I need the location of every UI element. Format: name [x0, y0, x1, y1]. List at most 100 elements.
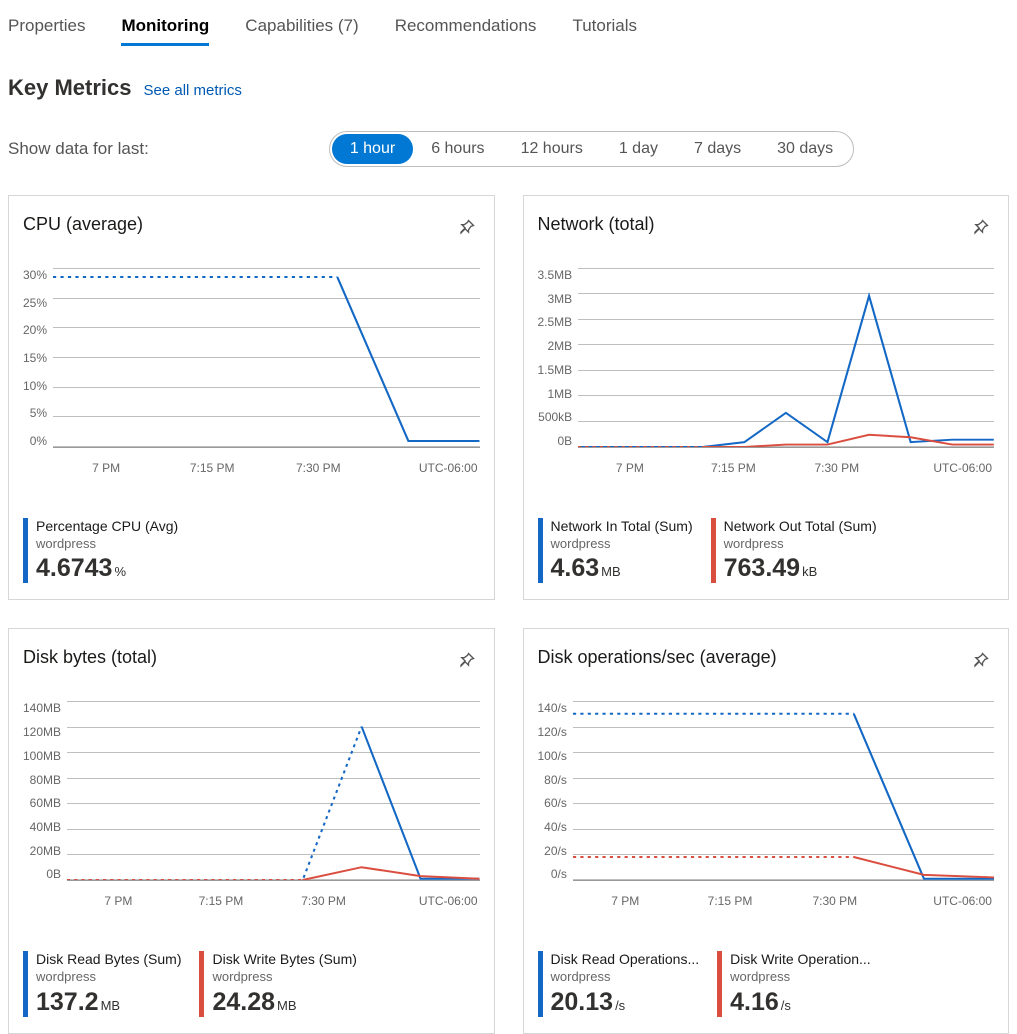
metric-label: Disk Read Operations...	[551, 951, 700, 969]
metric-item: Network In Total (Sum)wordpress4.63MB	[538, 518, 693, 583]
card-title: Network (total)	[538, 214, 655, 235]
time-opt-30days[interactable]: 30 days	[759, 134, 851, 164]
plot: 7 PM7:15 PM7:30 PMUTC-06:00	[53, 268, 479, 448]
x-tick: 7:30 PM	[782, 894, 887, 908]
metric-color-bar	[538, 518, 543, 583]
y-tick: 25%	[23, 296, 47, 310]
x-tick: 7 PM	[578, 461, 681, 475]
x-tick: 7 PM	[67, 894, 170, 908]
metrics-summary: Disk Read Bytes (Sum)wordpress137.2MBDis…	[23, 951, 480, 1016]
metric-card-disk_bytes: Disk bytes (total)140MB120MB100MB80MB60M…	[8, 628, 495, 1033]
metric-label: Disk Write Operation...	[730, 951, 871, 969]
metric-unit: MB	[101, 998, 121, 1013]
pin-icon[interactable]	[966, 214, 994, 242]
x-tick: UTC-06:00	[889, 461, 994, 475]
tab-properties[interactable]: Properties	[8, 12, 85, 46]
y-tick: 20/s	[544, 844, 567, 858]
metric-label: Network In Total (Sum)	[551, 518, 693, 536]
metric-color-bar	[711, 518, 716, 583]
y-tick: 500kB	[538, 410, 572, 424]
y-tick: 140/s	[538, 701, 567, 715]
y-tick: 140MB	[23, 701, 61, 715]
card-title: CPU (average)	[23, 214, 143, 235]
card-title: Disk operations/sec (average)	[538, 647, 777, 668]
y-axis: 30%25%20%15%10%5%0%	[23, 268, 53, 448]
metrics-cards-grid: CPU (average)30%25%20%15%10%5%0%7 PM7:15…	[8, 195, 1009, 1034]
metrics-summary: Network In Total (Sum)wordpress4.63MBNet…	[538, 518, 995, 583]
y-tick: 60MB	[30, 796, 61, 810]
chart-area[interactable]: 3.5MB3MB2.5MB2MB1.5MB1MB500kB0B7 PM7:15 …	[538, 268, 995, 478]
tab-monitoring[interactable]: Monitoring	[121, 12, 209, 46]
metric-value: 4.16/s	[730, 988, 871, 1017]
metric-unit: /s	[781, 998, 791, 1013]
tab-capabilities[interactable]: Capabilities (7)	[245, 12, 358, 46]
y-tick: 3MB	[548, 292, 573, 306]
metric-value: 4.63MB	[551, 554, 693, 583]
time-range-row: Show data for last: 1 hour 6 hours 12 ho…	[8, 131, 1009, 167]
metric-color-bar	[717, 951, 722, 1016]
metric-sublabel: wordpress	[730, 969, 871, 986]
x-tick: 7 PM	[53, 461, 159, 475]
metric-item: Disk Read Bytes (Sum)wordpress 137.2MB	[23, 951, 181, 1016]
x-axis: 7 PM7:15 PM7:30 PMUTC-06:00	[573, 894, 994, 908]
metric-value: 137.2MB	[36, 988, 181, 1017]
x-tick: 7:15 PM	[682, 461, 785, 475]
y-tick: 0B	[558, 434, 573, 448]
metric-sublabel: wordpress	[212, 969, 356, 986]
tab-tutorials[interactable]: Tutorials	[572, 12, 637, 46]
x-tick: UTC-06:00	[375, 894, 480, 908]
tab-bar: Properties Monitoring Capabilities (7) R…	[8, 0, 1009, 47]
x-tick: 7 PM	[573, 894, 678, 908]
pin-icon[interactable]	[452, 647, 480, 675]
metric-color-bar	[23, 518, 28, 583]
y-tick: 30%	[23, 268, 47, 282]
tab-recommendations[interactable]: Recommendations	[395, 12, 537, 46]
y-tick: 100MB	[23, 749, 61, 763]
pin-icon[interactable]	[966, 647, 994, 675]
time-opt-1hour[interactable]: 1 hour	[332, 134, 413, 164]
metric-sublabel: wordpress	[36, 536, 178, 553]
time-opt-7days[interactable]: 7 days	[676, 134, 759, 164]
metric-card-disk_ops: Disk operations/sec (average)140/s120/s1…	[523, 628, 1010, 1033]
metric-item: Disk Write Bytes (Sum)wordpress24.28MB	[199, 951, 356, 1016]
plot: 7 PM7:15 PM7:30 PMUTC-06:00	[573, 701, 994, 881]
x-tick: UTC-06:00	[887, 894, 994, 908]
metric-sublabel: wordpress	[724, 536, 877, 553]
metric-unit: MB	[277, 998, 297, 1013]
metric-color-bar	[23, 951, 28, 1016]
metric-sublabel: wordpress	[551, 536, 693, 553]
see-all-metrics-link[interactable]: See all metrics	[144, 82, 242, 99]
time-opt-6hours[interactable]: 6 hours	[413, 134, 502, 164]
x-axis: 7 PM7:15 PM7:30 PMUTC-06:00	[578, 461, 994, 475]
y-tick: 20MB	[30, 844, 61, 858]
metric-color-bar	[538, 951, 543, 1016]
time-opt-12hours[interactable]: 12 hours	[503, 134, 601, 164]
metric-unit: %	[114, 564, 126, 579]
metrics-summary: Percentage CPU (Avg)wordpress4.6743%	[23, 518, 480, 583]
metric-item: Network Out Total (Sum)wordpress763.49kB	[711, 518, 877, 583]
metric-unit: /s	[615, 998, 625, 1013]
metric-sublabel: wordpress	[551, 969, 700, 986]
metrics-summary: Disk Read Operations...wordpress20.13/sD…	[538, 951, 995, 1016]
y-tick: 10%	[23, 379, 47, 393]
y-tick: 80/s	[544, 773, 567, 787]
chart-area[interactable]: 140/s120/s100/s80/s60/s40/s20/s0/s7 PM7:…	[538, 701, 995, 911]
metric-label: Percentage CPU (Avg)	[36, 518, 178, 536]
chart-area[interactable]: 140MB120MB100MB80MB60MB40MB20MB0B7 PM7:1…	[23, 701, 480, 911]
x-axis: 7 PM7:15 PM7:30 PMUTC-06:00	[53, 461, 479, 475]
x-tick: 7:30 PM	[265, 461, 371, 475]
chart-area[interactable]: 30%25%20%15%10%5%0%7 PM7:15 PM7:30 PMUTC…	[23, 268, 480, 478]
metric-label: Disk Write Bytes (Sum)	[212, 951, 356, 969]
x-tick: 7:15 PM	[170, 894, 273, 908]
y-tick: 0/s	[551, 867, 567, 881]
time-range-label: Show data for last:	[8, 139, 149, 159]
time-opt-1day[interactable]: 1 day	[601, 134, 676, 164]
metric-sublabel: wordpress	[36, 969, 181, 986]
pin-icon[interactable]	[452, 214, 480, 242]
y-tick: 5%	[30, 406, 47, 420]
y-tick: 60/s	[544, 796, 567, 810]
y-tick: 80MB	[30, 773, 61, 787]
metric-label: Disk Read Bytes (Sum)	[36, 951, 181, 969]
y-tick: 120/s	[538, 725, 567, 739]
metric-item: Percentage CPU (Avg)wordpress4.6743%	[23, 518, 178, 583]
